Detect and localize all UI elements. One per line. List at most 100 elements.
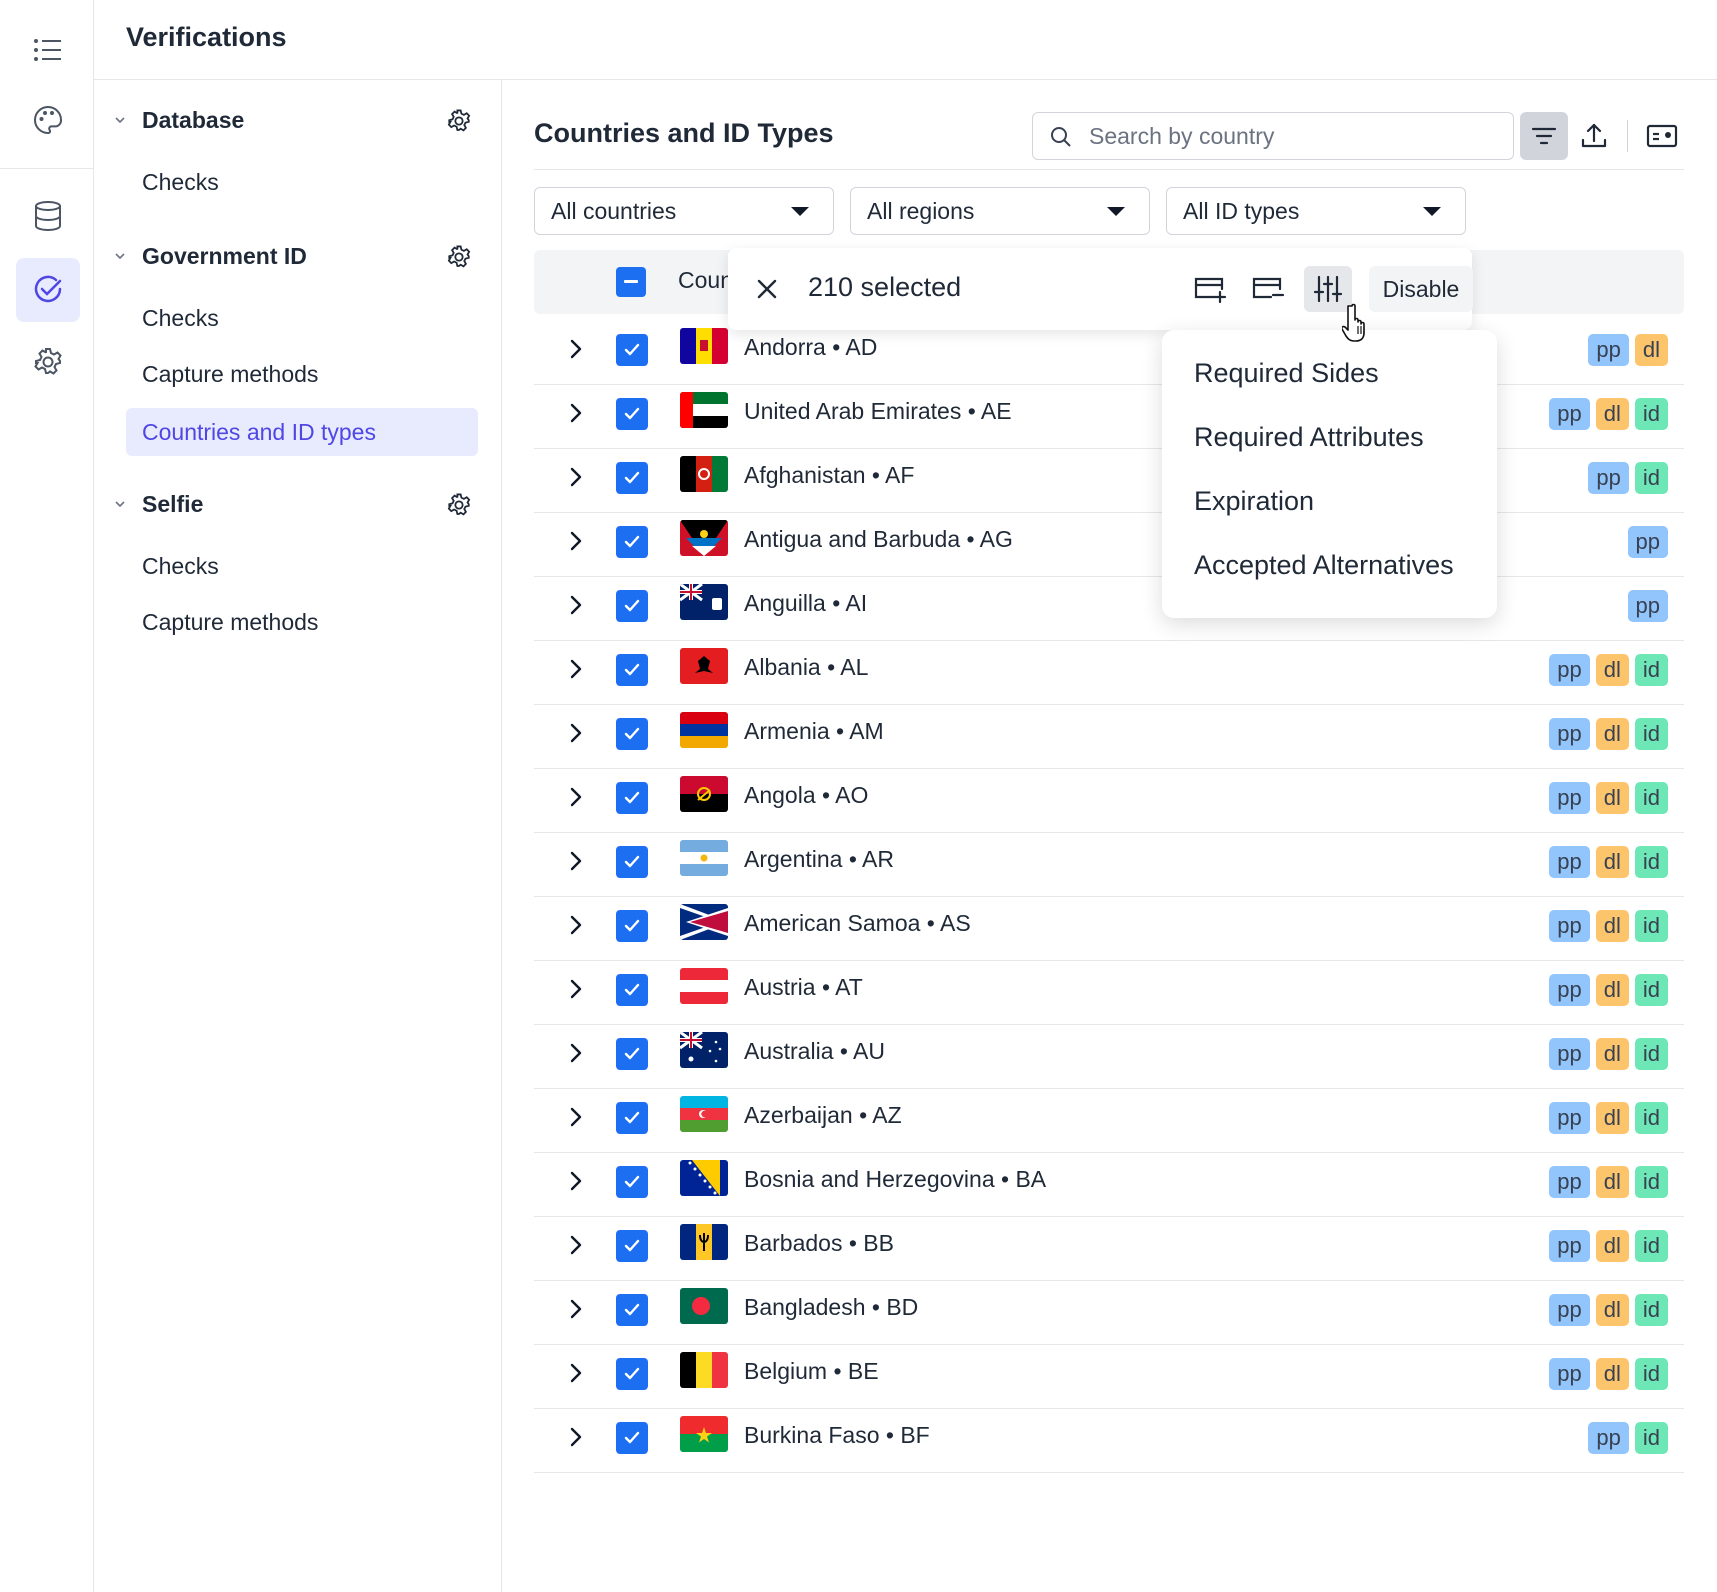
close-icon[interactable] <box>754 276 780 302</box>
table-row[interactable]: Belgium • BE pp dl id <box>534 1339 1684 1409</box>
id-type-badge: pp <box>1549 1102 1590 1134</box>
export-button[interactable] <box>1570 112 1618 160</box>
chevron-right-icon[interactable] <box>564 1169 588 1193</box>
check-circle-icon[interactable] <box>16 258 80 322</box>
chevron-right-icon[interactable] <box>564 913 588 937</box>
id-type-tags: pp dl id <box>1549 910 1668 942</box>
nav-section-selfie[interactable]: Selfie <box>94 478 502 530</box>
row-checkbox[interactable] <box>616 718 648 750</box>
chevron-right-icon[interactable] <box>564 529 588 553</box>
remove-id-type-button[interactable] <box>1244 266 1292 312</box>
id-card-button[interactable] <box>1638 112 1686 160</box>
row-checkbox[interactable] <box>616 526 648 558</box>
row-checkbox[interactable] <box>616 1294 648 1326</box>
menu-item-required-sides[interactable]: Required Sides <box>1194 358 1379 389</box>
region-filter-dropdown[interactable]: All regions <box>850 187 1150 235</box>
table-row[interactable]: Argentina • AR pp dl id <box>534 827 1684 897</box>
nav-item-government-checks[interactable]: Checks <box>126 294 478 342</box>
gear-icon[interactable] <box>446 244 472 270</box>
chevron-right-icon[interactable] <box>564 1361 588 1385</box>
chevron-right-icon[interactable] <box>564 1425 588 1449</box>
nav-item-selfie-capture-methods[interactable]: Capture methods <box>126 598 478 646</box>
row-checkbox[interactable] <box>616 1358 648 1390</box>
table-row[interactable]: Afghanistan • AF pp id <box>534 443 1684 513</box>
row-checkbox[interactable] <box>616 334 648 366</box>
search-input[interactable] <box>1089 121 1499 151</box>
table-row[interactable]: Angola • AO pp dl id <box>534 763 1684 833</box>
row-checkbox[interactable] <box>616 846 648 878</box>
chevron-right-icon[interactable] <box>564 337 588 361</box>
table-row[interactable]: Burkina Faso • BF pp id <box>534 1403 1684 1473</box>
chevron-right-icon[interactable] <box>564 785 588 809</box>
table-row[interactable]: Australia • AU pp dl id <box>534 1019 1684 1089</box>
icon-rail <box>0 0 94 1592</box>
check-icon <box>624 791 640 804</box>
chevron-right-icon[interactable] <box>564 721 588 745</box>
dropdown-value: All countries <box>551 198 677 224</box>
chevron-right-icon[interactable] <box>564 465 588 489</box>
row-checkbox[interactable] <box>616 1230 648 1262</box>
chevron-right-icon[interactable] <box>564 1105 588 1129</box>
table-row[interactable]: Albania • AL pp dl id <box>534 635 1684 705</box>
chevron-right-icon[interactable] <box>564 593 588 617</box>
id-type-filter-dropdown[interactable]: All ID types <box>1166 187 1466 235</box>
nav-item-database-checks[interactable]: Checks <box>126 158 478 206</box>
id-type-badge: dl <box>1595 974 1629 1006</box>
row-checkbox[interactable] <box>616 1102 648 1134</box>
disable-button[interactable]: Disable <box>1369 266 1473 312</box>
country-name: United Arab Emirates • AE <box>744 398 1012 424</box>
gear-icon[interactable] <box>446 108 472 134</box>
row-checkbox[interactable] <box>616 398 648 430</box>
select-all-checkbox[interactable] <box>616 267 646 297</box>
chevron-right-icon[interactable] <box>564 401 588 425</box>
gear-icon[interactable] <box>16 330 80 394</box>
menu-item-expiration[interactable]: Expiration <box>1194 486 1314 517</box>
title-divider <box>534 169 1684 170</box>
table-row[interactable]: Bosnia and Herzegovina • BA pp dl id <box>534 1147 1684 1217</box>
palette-icon[interactable] <box>16 88 80 152</box>
add-id-type-button[interactable] <box>1186 266 1234 312</box>
check-icon <box>624 1367 640 1380</box>
row-checkbox[interactable] <box>616 1166 648 1198</box>
table-row[interactable]: United Arab Emirates • AE pp dl id <box>534 379 1684 449</box>
row-checkbox[interactable] <box>616 782 648 814</box>
nav-item-selfie-checks[interactable]: Checks <box>126 542 478 590</box>
country-filter-dropdown[interactable]: All countries <box>534 187 834 235</box>
filter-icon <box>1531 127 1557 145</box>
row-checkbox[interactable] <box>616 1422 648 1454</box>
menu-item-required-attributes[interactable]: Required Attributes <box>1194 422 1424 453</box>
table-row[interactable]: Bangladesh • BD pp dl id <box>534 1275 1684 1345</box>
chevron-right-icon[interactable] <box>564 657 588 681</box>
chevron-right-icon[interactable] <box>564 977 588 1001</box>
id-type-badge: dl <box>1595 654 1629 686</box>
table-row[interactable]: Anguilla • AI pp <box>534 571 1684 641</box>
nav-section-government-id[interactable]: Government ID <box>94 230 502 282</box>
nav-item-countries-and-id-types[interactable]: Countries and ID types <box>126 408 478 456</box>
database-icon[interactable] <box>16 184 80 248</box>
chevron-right-icon[interactable] <box>564 1041 588 1065</box>
list-icon[interactable] <box>16 18 80 82</box>
gear-icon[interactable] <box>446 492 472 518</box>
row-checkbox[interactable] <box>616 654 648 686</box>
row-checkbox[interactable] <box>616 1038 648 1070</box>
row-checkbox[interactable] <box>616 462 648 494</box>
table-row[interactable]: Barbados • BB pp dl id <box>534 1211 1684 1281</box>
table-row[interactable]: American Samoa • AS pp dl id <box>534 891 1684 961</box>
table-row[interactable]: Austria • AT pp dl id <box>534 955 1684 1025</box>
menu-item-accepted-alternatives[interactable]: Accepted Alternatives <box>1194 550 1454 581</box>
row-checkbox[interactable] <box>616 590 648 622</box>
nav-section-database[interactable]: Database <box>94 94 502 146</box>
nav-item-government-capture-methods[interactable]: Capture methods <box>126 350 478 398</box>
table-row[interactable]: Antigua and Barbuda • AG pp <box>534 507 1684 577</box>
chevron-right-icon[interactable] <box>564 1233 588 1257</box>
chevron-right-icon[interactable] <box>564 849 588 873</box>
country-flag-icon <box>680 1416 728 1452</box>
table-row[interactable]: Azerbaijan • AZ pp dl id <box>534 1083 1684 1153</box>
chevron-down-icon <box>115 501 125 508</box>
table-row[interactable]: Armenia • AM pp dl id <box>534 699 1684 769</box>
row-checkbox[interactable] <box>616 910 648 942</box>
chevron-right-icon[interactable] <box>564 1297 588 1321</box>
filter-button[interactable] <box>1520 112 1568 160</box>
row-checkbox[interactable] <box>616 974 648 1006</box>
card-remove-icon <box>1252 277 1285 299</box>
